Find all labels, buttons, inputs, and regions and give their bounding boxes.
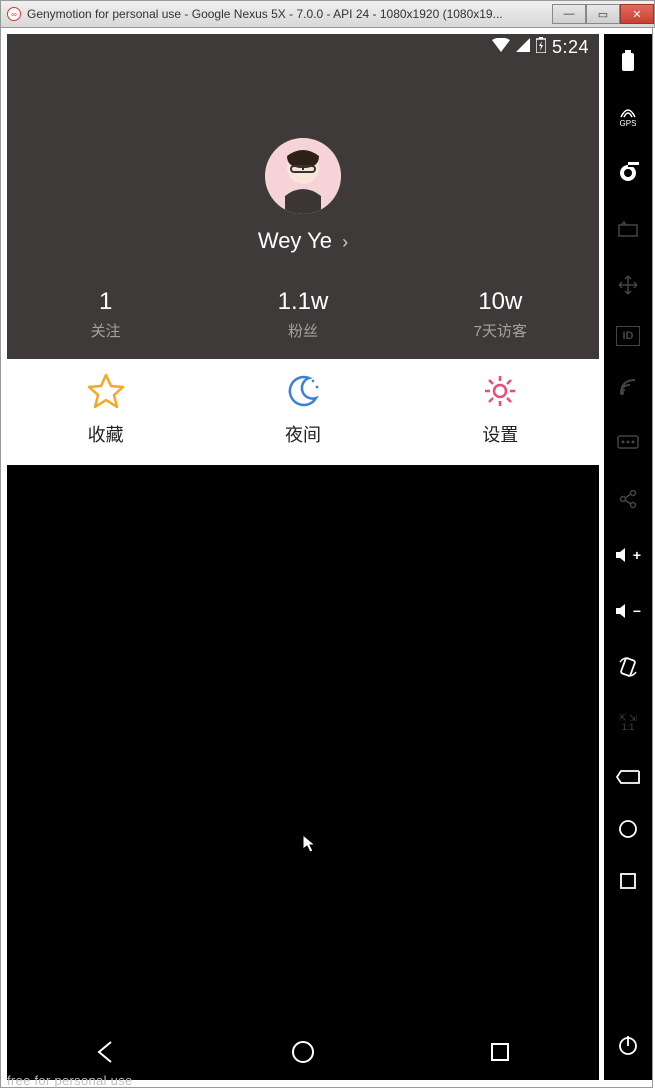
sidebar-recents-button[interactable] [613,868,643,894]
wifi-icon [492,38,510,57]
cell-signal-icon [516,38,530,57]
stat-label: 关注 [7,320,204,341]
stat-fans[interactable]: 1.1w 粉丝 [204,288,401,341]
emulator-frame: 5:24 Wey Ye › 1 关注 1.1w 粉丝 10 [0,28,653,1088]
sidebar-move-button[interactable] [613,270,643,300]
stat-label: 粉丝 [204,320,401,341]
sidebar-sms-button[interactable] [613,428,643,458]
sidebar-battery-button[interactable] [613,46,643,76]
username-row[interactable]: Wey Ye › [7,228,599,254]
action-night-mode[interactable]: 夜间 [204,371,401,447]
gear-icon [480,371,520,411]
cursor-icon [302,834,318,859]
device-screen: 5:24 Wey Ye › 1 关注 1.1w 粉丝 10 [7,34,599,1080]
sidebar-network-button[interactable] [613,372,643,402]
sidebar-rotate-button[interactable] [613,652,643,682]
action-label: 夜间 [204,421,401,447]
avatar[interactable] [265,138,341,214]
stat-following[interactable]: 1 关注 [7,288,204,341]
window-title: Genymotion for personal use - Google Nex… [27,7,552,21]
sidebar-volume-up-button[interactable]: + [613,540,643,570]
username-text: Wey Ye [258,228,332,253]
gps-label: GPS [620,119,637,128]
sidebar-remote-button[interactable] [613,214,643,244]
android-navbar [7,1024,599,1080]
window-maximize-button[interactable]: ▭ [586,4,620,24]
action-label: 设置 [402,421,599,447]
stat-value: 10w [402,288,599,316]
stat-label: 7天访客 [402,320,599,341]
status-time: 5:24 [552,37,589,58]
actions-row: 收藏 夜间 设置 [7,359,599,465]
chevron-right-icon: › [342,232,348,252]
stats-row: 1 关注 1.1w 粉丝 10w 7天访客 [7,288,599,359]
sidebar-back-button[interactable] [613,764,643,790]
stat-visitors[interactable]: 10w 7天访客 [402,288,599,341]
nav-recents-button[interactable] [460,1032,540,1072]
sidebar-home-button[interactable] [613,816,643,842]
action-label: 收藏 [7,421,204,447]
profile-header: Wey Ye › 1 关注 1.1w 粉丝 10w 7天访客 [7,60,599,359]
action-favorites[interactable]: 收藏 [7,371,204,447]
emulator-sidebar: GPS ID + − ⇱ ⇲1:1 [604,34,652,1080]
sidebar-pixel-ratio-button[interactable]: ⇱ ⇲1:1 [613,708,643,738]
nav-home-button[interactable] [263,1032,343,1072]
window-minimize-button[interactable]: — [552,4,586,24]
sidebar-power-button[interactable] [613,1030,643,1060]
watermark-text: free for personal use [7,1073,133,1088]
sidebar-share-button[interactable] [613,484,643,514]
android-statusbar: 5:24 [7,34,599,60]
sidebar-camera-button[interactable] [613,158,643,188]
app-logo-icon: ∞ [7,7,21,21]
sidebar-identifier-button[interactable]: ID [616,326,640,346]
stat-value: 1.1w [204,288,401,316]
battery-charging-icon [536,37,546,58]
action-settings[interactable]: 设置 [402,371,599,447]
sidebar-volume-down-button[interactable]: − [613,596,643,626]
nav-back-button[interactable] [66,1032,146,1072]
sidebar-gps-button[interactable]: GPS [613,102,643,132]
stat-value: 1 [7,288,204,316]
moon-icon [283,371,323,411]
window-titlebar: ∞ Genymotion for personal use - Google N… [0,0,655,28]
window-close-button[interactable]: ✕ [620,4,654,24]
star-icon [86,371,126,411]
